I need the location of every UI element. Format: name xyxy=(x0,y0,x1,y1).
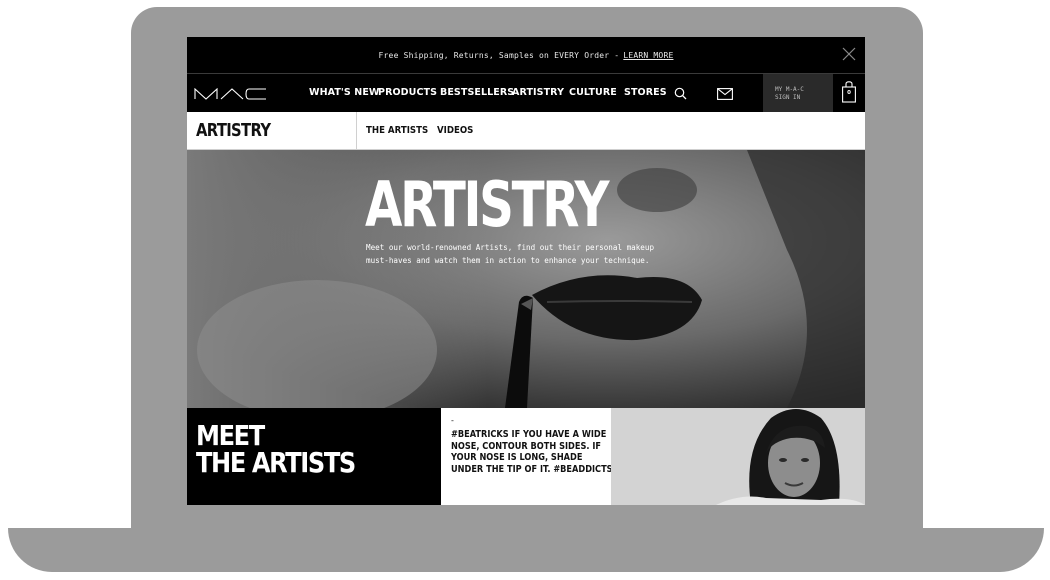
tab-the-artists[interactable]: THE ARTISTS xyxy=(366,112,428,150)
hero-description: Meet our world-renowned Artists, find ou… xyxy=(366,243,655,265)
mac-logo[interactable] xyxy=(194,87,268,100)
meet-the-artists-heading: MEET THE ARTISTS xyxy=(196,419,356,479)
learn-more-link[interactable]: LEARN MORE xyxy=(623,51,673,60)
nav-item-whats-new[interactable]: WHAT'S NEW xyxy=(309,74,380,112)
tip-dash: - xyxy=(451,416,454,425)
signin-label: SIGN IN xyxy=(775,94,801,101)
subnav-divider xyxy=(356,112,357,150)
nav-item-bestsellers[interactable]: BESTSELLERS xyxy=(440,74,514,112)
section-subnav: ARTISTRY THE ARTISTS VIDEOS xyxy=(187,112,865,150)
nav-item-artistry[interactable]: ARTISTRY xyxy=(512,74,564,112)
meet-line-1: MEET xyxy=(196,419,265,452)
promo-bar: Free Shipping, Returns, Samples on EVERY… xyxy=(187,37,865,74)
tab-videos[interactable]: VIDEOS xyxy=(437,112,473,150)
tip-text: #BEATRICKS IF YOU HAVE A WIDE NOSE, CONT… xyxy=(451,429,613,475)
promo-text: Free Shipping, Returns, Samples on EVERY… xyxy=(378,50,620,60)
hero-banner: ARTISTRY Meet our world-renowned Artists… xyxy=(187,150,865,408)
nav-item-stores[interactable]: STORES xyxy=(624,74,667,112)
bag-count: 0 xyxy=(847,90,851,96)
hero-title: ARTISTRY xyxy=(365,168,610,241)
main-nav: WHAT'S NEW PRODUCTS BESTSELLERS ARTISTRY… xyxy=(187,74,865,112)
search-icon[interactable] xyxy=(674,87,687,105)
section-title: ARTISTRY xyxy=(196,120,271,141)
laptop-base xyxy=(8,528,1044,572)
artist-tip-tile[interactable]: - #BEATRICKS IF YOU HAVE A WIDE NOSE, CO… xyxy=(441,408,613,505)
account-signin[interactable]: MY M-A-C SIGN IN xyxy=(763,74,833,112)
shopping-bag-icon[interactable]: 0 xyxy=(842,81,856,108)
nav-item-culture[interactable]: CULTURE xyxy=(569,74,617,112)
artist-photo-tile[interactable] xyxy=(611,408,865,505)
nav-item-products[interactable]: PRODUCTS xyxy=(378,74,437,112)
meet-line-2: THE ARTISTS xyxy=(196,446,356,479)
meet-the-artists-tile[interactable]: MEET THE ARTISTS xyxy=(187,408,441,505)
browser-screen: Free Shipping, Returns, Samples on EVERY… xyxy=(187,37,865,505)
mail-icon[interactable] xyxy=(717,87,733,105)
artist-portrait xyxy=(611,408,865,505)
account-label: MY M-A-C xyxy=(775,86,804,93)
close-icon[interactable] xyxy=(841,46,857,62)
